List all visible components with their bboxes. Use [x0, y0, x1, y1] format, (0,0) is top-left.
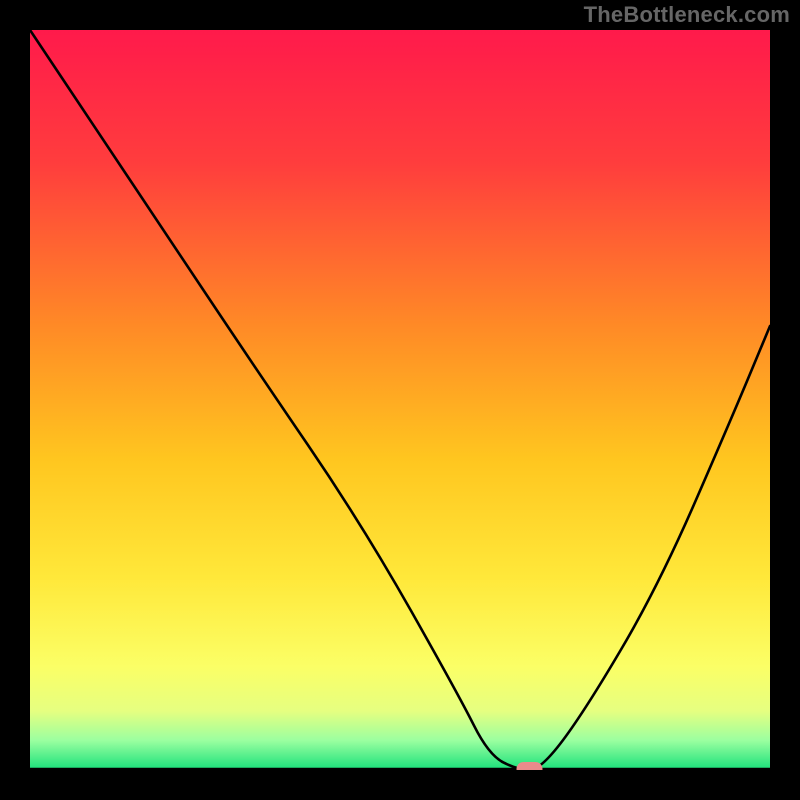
- optimal-marker: [517, 762, 543, 770]
- gradient-background: [30, 30, 770, 770]
- plot-area: [30, 30, 770, 770]
- bottleneck-chart: [30, 30, 770, 770]
- chart-stage: TheBottleneck.com: [0, 0, 800, 800]
- watermark: TheBottleneck.com: [584, 2, 790, 28]
